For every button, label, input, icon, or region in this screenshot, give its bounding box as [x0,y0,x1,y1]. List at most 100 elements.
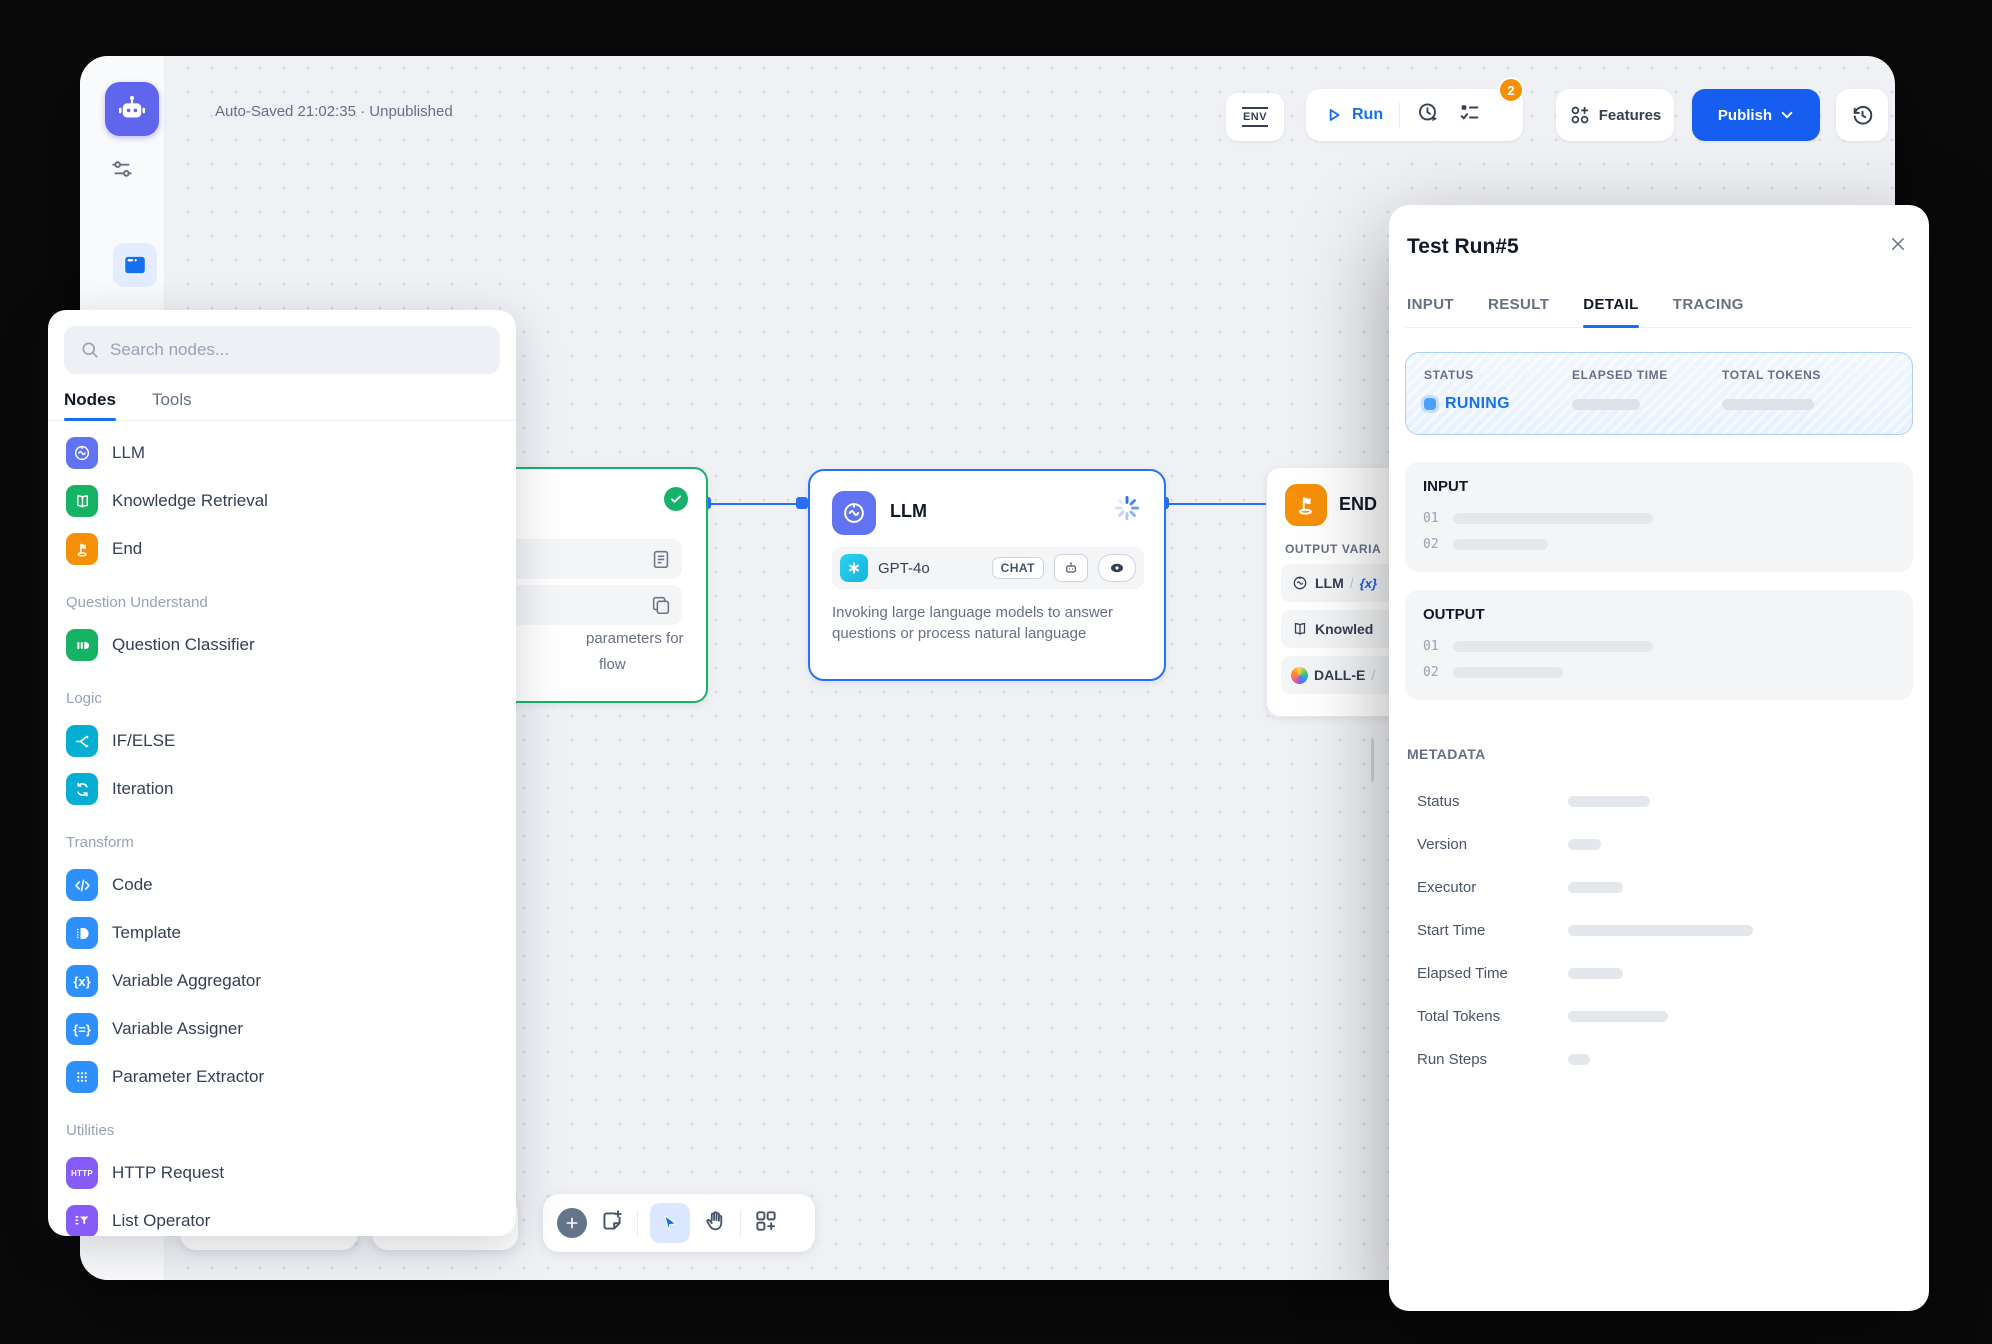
text-field-icon [650,548,672,570]
metadata-label: Status [1405,793,1567,810]
metadata-row: Executor [1405,866,1913,909]
node-item-template[interactable]: Template [64,909,500,957]
features-button[interactable]: Features [1556,89,1674,141]
node-item-knowledge-retrieval[interactable]: Knowledge Retrieval [64,477,500,525]
output-row-skeleton [1453,641,1653,652]
status-card: STATUS ELAPSED TIME TOTAL TOKENS RUNING [1405,352,1913,435]
input-row-number: 01 [1423,511,1439,526]
knowledge-book-icon [1291,620,1309,638]
checklist-icon[interactable] [1457,100,1482,130]
start-node-description-line2: flow [599,655,626,676]
env-button[interactable]: ENV [1226,93,1284,141]
output-section-title: OUTPUT [1423,606,1895,623]
metadata-skeleton [1568,796,1650,807]
list-operator-icon [66,1205,98,1236]
features-icon [1569,104,1591,126]
metadata-skeleton [1568,882,1623,893]
openai-model-icon [840,554,868,582]
publish-button[interactable]: Publish [1692,89,1820,141]
llm-brain-icon [1291,574,1309,592]
llm-model-row[interactable]: GPT-4o CHAT [832,547,1144,589]
success-check-icon [664,487,688,511]
add-node-button[interactable] [557,1208,587,1238]
features-label: Features [1599,107,1662,124]
node-item-label: Iteration [112,779,173,799]
metadata-row: Version [1405,823,1913,866]
vision-eye-badge [1098,554,1136,582]
output-row-number: 01 [1423,639,1439,654]
run-button[interactable]: Run [1324,105,1383,125]
node-item-variable-aggregator[interactable]: {x} Variable Aggregator [64,957,500,1005]
node-item-label: Variable Assigner [112,1019,243,1039]
schedule-run-icon[interactable] [1416,100,1441,130]
node-item-label: Question Classifier [112,635,255,655]
metadata-skeleton [1568,925,1753,936]
palette-tabs: Nodes Tools [48,390,516,421]
node-item-code[interactable]: Code [64,861,500,909]
llm-node[interactable]: LLM [808,469,1166,681]
variable-source: LLM [1315,575,1344,591]
tab-nodes[interactable]: Nodes [64,390,116,420]
flag-icon [66,533,98,565]
status-label: STATUS [1424,368,1474,382]
test-run-tabs: INPUT RESULT DETAIL TRACING [1405,296,1913,328]
dalle-icon [1291,667,1308,684]
add-note-button[interactable] [599,1208,625,1239]
tab-tools[interactable]: Tools [152,390,192,420]
separator: / [1371,667,1375,683]
section-question-understand: Question Understand [66,589,500,615]
toolbar-divider [637,1210,638,1236]
tab-detail[interactable]: DETAIL [1583,296,1638,327]
metadata-skeleton [1568,1011,1668,1022]
metadata-label: Run Steps [1405,1051,1567,1068]
code-icon [66,869,98,901]
parameter-extractor-icon [66,1061,98,1093]
chevron-down-icon [1780,108,1794,122]
input-section-title: INPUT [1423,478,1895,495]
run-label: Run [1352,106,1383,124]
tab-input[interactable]: INPUT [1407,296,1454,327]
variable-assigner-icon: {=} [66,1013,98,1045]
node-item-label: IF/ELSE [112,731,175,751]
search-icon [80,340,100,360]
node-item-question-classifier[interactable]: Question Classifier [64,621,500,669]
close-icon[interactable] [1885,231,1911,262]
search-placeholder: Search nodes... [110,340,229,360]
llm-node-input-port[interactable] [796,497,808,509]
pointer-tool-active[interactable] [650,1203,690,1243]
variable-source: DALL-E [1314,667,1365,683]
checklist-count-badge: 2 [1498,77,1524,103]
metadata-skeleton [1568,968,1623,979]
history-button[interactable] [1836,89,1888,141]
node-item-http-request[interactable]: HTTP HTTP Request [64,1149,500,1197]
node-item-list-operator[interactable]: List Operator [64,1197,500,1236]
input-row-number: 02 [1423,537,1439,552]
variable-source: Knowled [1315,621,1373,637]
node-item-llm[interactable]: LLM [64,429,500,477]
tab-result[interactable]: RESULT [1488,296,1549,327]
metadata-row: Run Steps [1405,1038,1913,1081]
metadata-row: Status [1405,780,1913,823]
output-section: OUTPUT 01 02 [1405,590,1913,700]
tab-tracing[interactable]: TRACING [1673,296,1744,327]
node-item-iteration[interactable]: Iteration [64,765,500,813]
node-item-variable-assigner[interactable]: {=} Variable Assigner [64,1005,500,1053]
node-item-end[interactable]: End [64,525,500,573]
metadata-label: Start Time [1405,922,1567,939]
hand-tool[interactable] [702,1208,728,1239]
node-search-input[interactable]: Search nodes... [64,326,500,374]
node-item-label: Knowledge Retrieval [112,491,268,511]
node-panel-toggle-icon[interactable] [113,243,157,287]
metadata-label: Version [1405,836,1567,853]
preferences-sliders-icon[interactable] [107,154,137,184]
llm-node-description: Invoking large language models to answer… [832,603,1146,644]
metadata-row: Start Time [1405,909,1913,952]
node-item-if-else[interactable]: IF/ELSE [64,717,500,765]
node-item-parameter-extractor[interactable]: Parameter Extractor [64,1053,500,1101]
app-logo-robot-icon[interactable] [105,82,159,136]
organize-layout-button[interactable] [753,1208,779,1239]
llm-icon [66,437,98,469]
panel-resize-handle[interactable] [1371,738,1374,782]
template-icon [66,917,98,949]
metadata-skeleton [1568,1054,1590,1065]
